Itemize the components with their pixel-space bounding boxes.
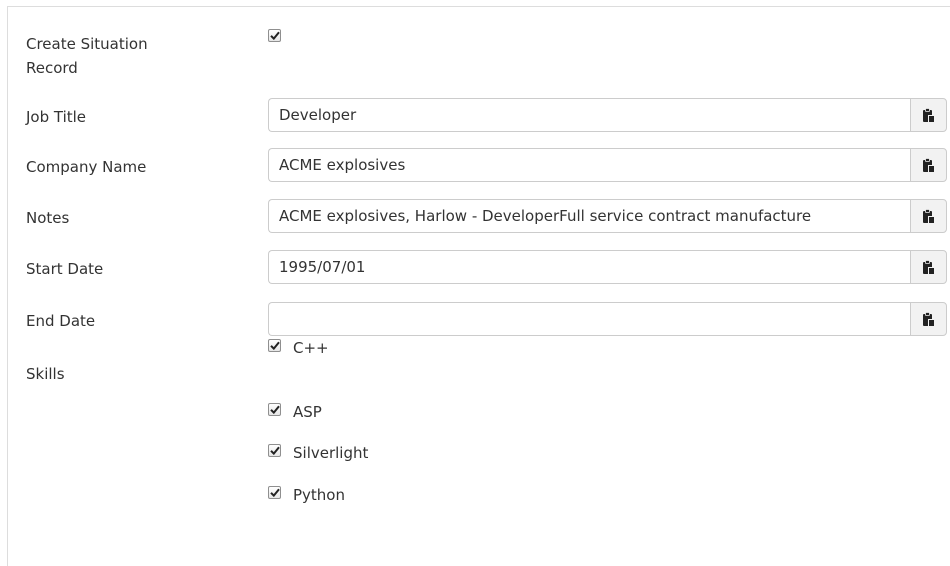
skill-checkbox-cpp[interactable] xyxy=(268,339,281,352)
paste-clipboard-icon xyxy=(922,157,935,172)
paste-clipboard-icon xyxy=(922,208,935,223)
create-situation-label-line2: Record xyxy=(26,59,78,77)
skill-label-python: Python xyxy=(293,486,345,504)
job-title-label: Job Title xyxy=(26,108,87,126)
company-name-paste-button[interactable] xyxy=(910,148,947,182)
company-name-input[interactable] xyxy=(268,148,910,182)
start-date-field xyxy=(268,250,947,284)
skill-checkbox-silverlight[interactable] xyxy=(268,444,281,457)
start-date-paste-button[interactable] xyxy=(910,250,947,284)
paste-clipboard-icon xyxy=(922,107,935,122)
create-situation-label-line1: Create Situation xyxy=(26,35,148,53)
end-date-paste-button[interactable] xyxy=(910,302,947,336)
notes-label: Notes xyxy=(26,209,70,227)
job-title-field xyxy=(268,98,947,132)
skill-checkbox-asp[interactable] xyxy=(268,403,281,416)
company-name-field xyxy=(268,148,947,182)
checkmark-icon xyxy=(269,405,280,414)
create-situation-label: Create Situation Record xyxy=(26,32,148,80)
notes-paste-button[interactable] xyxy=(910,199,947,233)
skill-label-cpp: C++ xyxy=(293,339,329,357)
end-date-input[interactable] xyxy=(268,302,910,336)
checkmark-icon xyxy=(269,488,280,497)
skill-label-silverlight: Silverlight xyxy=(293,444,369,462)
checkmark-icon xyxy=(269,446,280,455)
situation-form-panel: Create Situation Record Job Title Compan… xyxy=(7,6,950,566)
paste-clipboard-icon xyxy=(922,259,935,274)
skill-label-asp: ASP xyxy=(293,403,322,421)
notes-field xyxy=(268,199,947,233)
skill-checkbox-python[interactable] xyxy=(268,486,281,499)
end-date-field xyxy=(268,302,947,336)
company-name-label: Company Name xyxy=(26,158,147,176)
job-title-input[interactable] xyxy=(268,98,910,132)
job-title-paste-button[interactable] xyxy=(910,98,947,132)
notes-input[interactable] xyxy=(268,199,910,233)
create-situation-checkbox[interactable] xyxy=(268,29,281,42)
start-date-label: Start Date xyxy=(26,260,104,278)
start-date-input[interactable] xyxy=(268,250,910,284)
checkmark-icon xyxy=(269,341,280,350)
skills-label: Skills xyxy=(26,365,65,383)
end-date-label: End Date xyxy=(26,312,96,330)
checkmark-icon xyxy=(269,31,280,40)
paste-clipboard-icon xyxy=(922,311,935,326)
